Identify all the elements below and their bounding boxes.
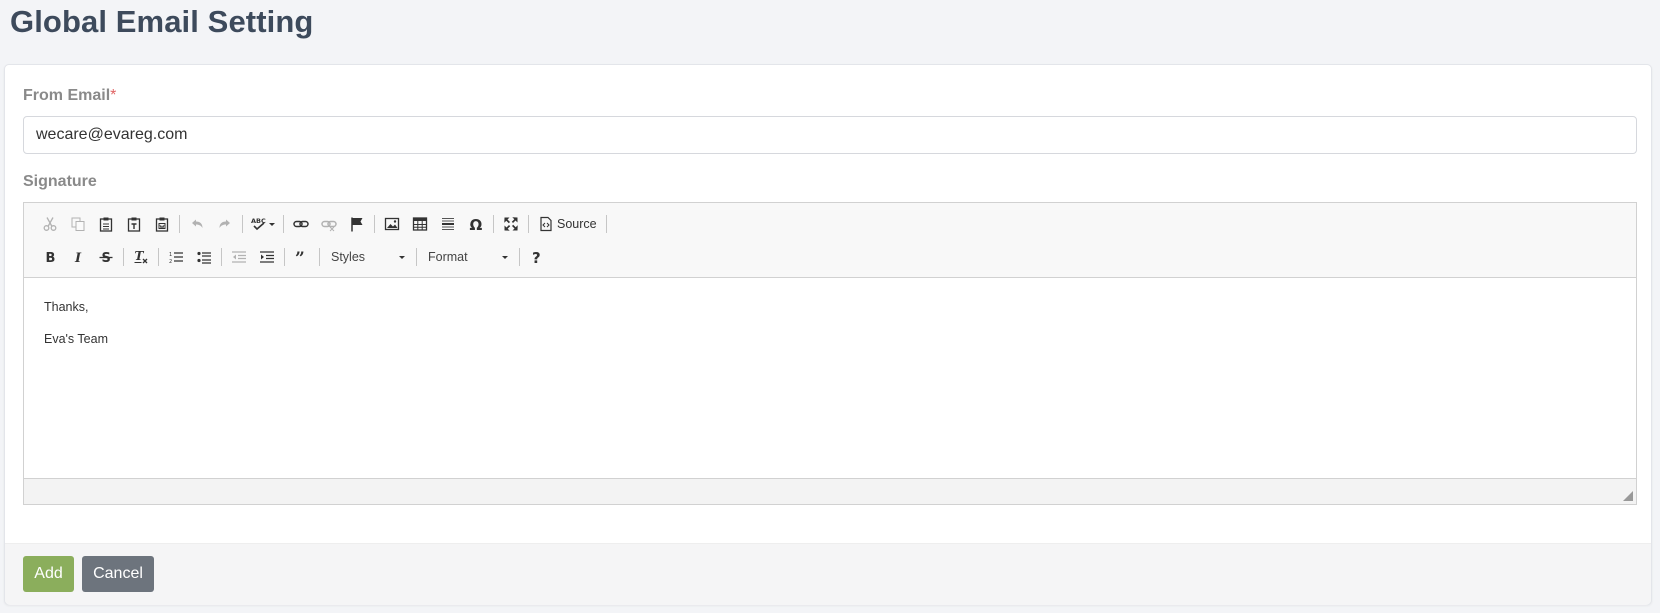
paste-word-icon[interactable] xyxy=(148,211,176,237)
from-email-input[interactable] xyxy=(23,116,1637,154)
blockquote-icon[interactable]: ” xyxy=(288,244,316,270)
editor-content[interactable]: Thanks, Eva's Team xyxy=(24,279,1636,469)
toolbar-row-2: B I S T 12 ” Styles Format ? xyxy=(36,244,551,270)
add-button[interactable]: Add xyxy=(23,556,74,592)
help-icon[interactable]: ? xyxy=(523,244,551,270)
signature-line: Thanks, xyxy=(44,300,89,314)
toolbar-separator xyxy=(123,248,124,266)
svg-text:”: ” xyxy=(295,249,305,265)
toolbar-separator xyxy=(179,215,180,233)
table-icon[interactable] xyxy=(406,211,434,237)
editor-statusbar xyxy=(24,478,1636,504)
bulleted-list-icon[interactable] xyxy=(190,244,218,270)
numbered-list-icon[interactable]: 12 xyxy=(162,244,190,270)
italic-icon[interactable]: I xyxy=(64,244,92,270)
from-email-label: From Email* xyxy=(23,87,117,104)
source-icon xyxy=(540,216,552,232)
toolbar-separator xyxy=(221,248,222,266)
resize-grip-icon[interactable] xyxy=(1623,491,1633,501)
styles-label: Styles xyxy=(331,250,366,264)
toolbar-separator xyxy=(416,248,417,266)
toolbar-separator xyxy=(528,215,529,233)
source-button[interactable]: Source xyxy=(532,211,603,237)
toolbar-row-1: ABC Ω Source xyxy=(36,211,610,237)
maximize-icon[interactable] xyxy=(497,211,525,237)
special-char-icon[interactable]: Ω xyxy=(462,211,490,237)
svg-text:1: 1 xyxy=(169,252,172,258)
svg-text:T: T xyxy=(135,249,145,263)
indent-icon[interactable] xyxy=(253,244,281,270)
toolbar-separator xyxy=(605,215,607,233)
toolbar-separator xyxy=(284,248,285,266)
spellcheck-dropdown-icon xyxy=(269,222,275,226)
paste-text-icon[interactable] xyxy=(120,211,148,237)
toolbar-separator xyxy=(493,215,494,233)
spellcheck-icon[interactable]: ABC xyxy=(246,211,280,237)
cut-icon[interactable] xyxy=(36,211,64,237)
signature-editor: ABC Ω Source B I S T 1 2 ” Styles Format… xyxy=(23,202,1637,505)
svg-text:B: B xyxy=(46,251,56,265)
bold-icon[interactable]: B xyxy=(36,244,64,270)
cancel-button[interactable]: Cancel xyxy=(82,556,154,592)
signature-line: Eva's Team xyxy=(44,331,108,346)
svg-text:?: ? xyxy=(532,249,541,265)
format-dropdown[interactable]: Format xyxy=(420,245,516,269)
link-icon[interactable] xyxy=(287,211,315,237)
svg-text:I: I xyxy=(74,251,82,265)
chevron-down-icon xyxy=(502,255,508,259)
signature-label: Signature xyxy=(23,173,97,190)
toolbar-separator xyxy=(319,248,320,266)
toolbar-separator xyxy=(242,215,243,233)
toolbar-separator xyxy=(519,248,520,266)
svg-text:2: 2 xyxy=(169,259,172,265)
svg-text:Ω: Ω xyxy=(470,216,483,232)
horizontal-rule-icon[interactable] xyxy=(434,211,462,237)
toolbar-separator xyxy=(158,248,159,266)
chevron-down-icon xyxy=(399,255,405,259)
toolbar-separator xyxy=(283,215,284,233)
settings-card: From Email* Signature xyxy=(4,64,1652,605)
format-label: Format xyxy=(428,250,468,264)
paste-icon[interactable] xyxy=(92,211,120,237)
strikethrough-icon[interactable]: S xyxy=(92,244,120,270)
source-label: Source xyxy=(557,217,597,231)
undo-icon[interactable] xyxy=(183,211,211,237)
redo-icon[interactable] xyxy=(211,211,239,237)
styles-dropdown[interactable]: Styles xyxy=(323,245,413,269)
remove-format-icon[interactable]: T xyxy=(127,244,155,270)
toolbar-separator xyxy=(374,215,375,233)
editor-toolbar: ABC Ω Source B I S T 1 2 ” Styles Format… xyxy=(24,203,1636,278)
copy-icon[interactable] xyxy=(64,211,92,237)
form-footer: Add Cancel xyxy=(5,543,1651,605)
page-title: Global Email Setting xyxy=(10,4,314,39)
image-icon[interactable] xyxy=(378,211,406,237)
outdent-icon[interactable] xyxy=(225,244,253,270)
required-mark: * xyxy=(110,87,117,104)
unlink-icon[interactable] xyxy=(315,211,343,237)
anchor-icon[interactable] xyxy=(343,211,371,237)
